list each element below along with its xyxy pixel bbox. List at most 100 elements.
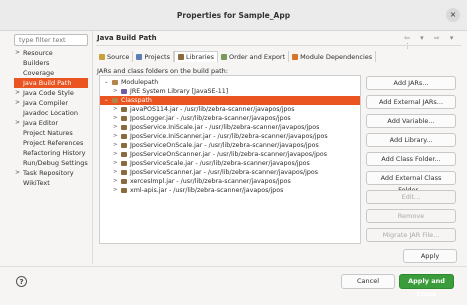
tab-module-dependencies[interactable]: Module Dependencies — [289, 51, 377, 62]
build-path-entry[interactable]: > JposServiceOnScale.jar - /usr/lib/zebra… — [100, 141, 360, 150]
sidebar-item[interactable]: > Task Repository — [14, 168, 88, 178]
chevron-right-icon[interactable]: > — [15, 168, 20, 178]
tab-label: Source — [107, 52, 130, 61]
chevron-right-icon[interactable]: > — [113, 168, 118, 177]
tab-icon — [99, 53, 105, 60]
tab-projects[interactable]: Projects — [133, 51, 174, 62]
sidebar-item[interactable]: Project Natures — [14, 128, 88, 138]
build-path-entry[interactable]: > javaPOS114.jar - /usr/lib/zebra-scanner… — [100, 105, 360, 114]
sidebar-item[interactable]: > Java Code Style — [14, 88, 88, 98]
sidebar-item[interactable]: WikiText — [14, 178, 88, 188]
tab-label: Libraries — [185, 53, 215, 61]
sidebar-item[interactable]: > Java Editor — [14, 118, 88, 128]
sidebar-item[interactable]: Builders — [14, 58, 88, 68]
chevron-right-icon[interactable]: > — [113, 186, 118, 195]
jar-icon — [121, 170, 127, 175]
entry-label: JposServiceOnScanner.jar - /usr/lib/zebr… — [130, 151, 327, 158]
build-path-entry[interactable]: > JposLogger.jar - /usr/lib/zebra-scanner… — [100, 114, 360, 123]
sidebar-item[interactable]: Javadoc Location — [14, 108, 88, 118]
tab-icon — [221, 53, 228, 60]
chevron-right-icon[interactable]: > — [15, 98, 20, 108]
window-title: Properties for Sample_App — [176, 11, 291, 20]
entry-label: Modulepath — [121, 79, 159, 86]
btn-add-class-folder[interactable]: Add Class Folder... — [366, 152, 456, 166]
property-category-tree: > Resource Builders Coverage Java Build Path… — [14, 48, 88, 188]
build-path-entry[interactable]: > JRE System Library [JavaSE-11] — [100, 87, 360, 96]
sidebar-item[interactable]: Java Build Path — [14, 78, 88, 88]
chevron-right-icon[interactable]: > — [113, 150, 118, 159]
btn-migrate-jar-file[interactable]: Migrate JAR File... — [366, 228, 456, 242]
btn-add-variable[interactable]: Add Variable... — [366, 114, 456, 128]
btn-add-library[interactable]: Add Library... — [366, 133, 456, 147]
sidebar-item-label: Coverage — [23, 69, 55, 77]
jar-icon — [121, 125, 127, 130]
chevron-down-icon[interactable]: ⌄ — [104, 96, 109, 105]
btn-remove[interactable]: Remove — [366, 209, 456, 223]
jar-icon — [121, 143, 127, 148]
tab-label: Module Dependencies — [300, 52, 373, 61]
dialog-footer — [0, 266, 467, 305]
chevron-right-icon[interactable]: > — [15, 48, 20, 58]
tab-libraries[interactable]: Libraries — [173, 51, 219, 62]
btn-add-jars[interactable]: Add JARs... — [366, 76, 456, 90]
tab-label: Order and Export — [229, 52, 286, 61]
sidebar-item[interactable]: > Resource — [14, 48, 88, 58]
chevron-right-icon[interactable]: > — [113, 105, 118, 114]
library-icon — [112, 98, 118, 103]
build-path-entry[interactable]: ⌄ Modulepath — [100, 78, 360, 87]
btn-add-external-class-folder[interactable]: Add External Class Folder... — [366, 171, 456, 194]
history-nav-icons[interactable]: ⇦ ▾ ⇨ ▾ ⋮ — [404, 34, 467, 50]
close-icon[interactable]: × — [446, 8, 460, 22]
build-path-entry[interactable]: ⌄ Classpath — [100, 96, 360, 105]
build-path-entry[interactable]: > JposServiceScanner.jar - /usr/lib/zebra… — [100, 168, 360, 177]
sidebar-item-label: Project References — [23, 139, 84, 147]
tab-order-and-export[interactable]: Order and Export — [218, 51, 290, 62]
filter-input[interactable] — [14, 34, 88, 46]
btn-edit[interactable]: Edit... — [366, 190, 456, 204]
chevron-right-icon[interactable]: > — [113, 123, 118, 132]
pane-divider[interactable] — [92, 31, 93, 264]
entry-label: JposLogger.jar - /usr/lib/zebra-scanner/… — [130, 115, 291, 122]
build-path-entry[interactable]: > xml-apis.jar - /usr/lib/zebra-scanner/j… — [100, 186, 360, 195]
page-title: Java Build Path — [97, 34, 157, 42]
sidebar-item-label: Run/Debug Settings — [23, 159, 88, 167]
chevron-right-icon[interactable]: > — [113, 141, 118, 150]
sidebar-item[interactable]: Coverage — [14, 68, 88, 78]
btn-add-external-jars[interactable]: Add External JARs... — [366, 95, 456, 109]
build-path-entry[interactable]: > JposService.IniScanner.jar - /usr/lib/z… — [100, 132, 360, 141]
chevron-right-icon[interactable]: > — [113, 159, 118, 168]
entry-label: JposServiceOnScale.jar - /usr/lib/zebra-… — [130, 142, 319, 149]
build-path-entry[interactable]: > JposServiceScale.jar - /usr/lib/zebra-s… — [100, 159, 360, 168]
chevron-right-icon[interactable]: > — [113, 132, 118, 141]
sidebar-item[interactable]: Run/Debug Settings — [14, 158, 88, 168]
build-path-entry[interactable]: > xercesImpl.jar - /usr/lib/zebra-scanner… — [100, 177, 360, 186]
help-icon[interactable]: ? — [16, 276, 27, 287]
entry-label: xercesImpl.jar - /usr/lib/zebra-scanner/… — [130, 178, 291, 185]
build-path-entry[interactable]: > JposService.IniScale.jar - /usr/lib/zeb… — [100, 123, 360, 132]
sidebar-item[interactable]: Refactoring History — [14, 148, 88, 158]
sidebar-item[interactable]: > Java Compiler — [14, 98, 88, 108]
entry-label: JposServiceScale.jar - /usr/lib/zebra-sc… — [130, 160, 310, 167]
chevron-down-icon[interactable]: ⌄ — [104, 78, 109, 87]
chevron-right-icon[interactable]: > — [113, 114, 118, 123]
chevron-right-icon[interactable]: > — [113, 87, 118, 96]
sidebar-item[interactable]: Project References — [14, 138, 88, 148]
sidebar-item-label: Javadoc Location — [23, 109, 78, 117]
chevron-right-icon[interactable]: > — [15, 118, 20, 128]
tab-label: Projects — [144, 52, 170, 61]
cancel-button[interactable]: Cancel — [341, 274, 395, 289]
chevron-right-icon[interactable]: > — [113, 177, 118, 186]
apply-and-close-button[interactable]: Apply and Close — [399, 274, 454, 298]
sidebar-item-label: Java Code Style — [23, 89, 74, 97]
entry-label: JposService.IniScale.jar - /usr/lib/zebr… — [130, 124, 320, 131]
chevron-right-icon[interactable]: > — [15, 88, 20, 98]
jar-icon — [121, 152, 127, 157]
jar-icon — [121, 161, 127, 166]
sidebar-item-label: Task Repository — [23, 169, 74, 177]
apply-button[interactable]: Apply — [403, 249, 457, 263]
tab-icon — [177, 54, 184, 60]
tab-source[interactable]: Source — [96, 51, 134, 62]
build-path-tree[interactable]: ⌄ Modulepath > JRE System Library [JavaSE-1… — [99, 75, 361, 244]
build-path-hint: JARs and class folders on the build path… — [97, 67, 228, 75]
build-path-entry[interactable]: > JposServiceOnScanner.jar - /usr/lib/zeb… — [100, 150, 360, 159]
